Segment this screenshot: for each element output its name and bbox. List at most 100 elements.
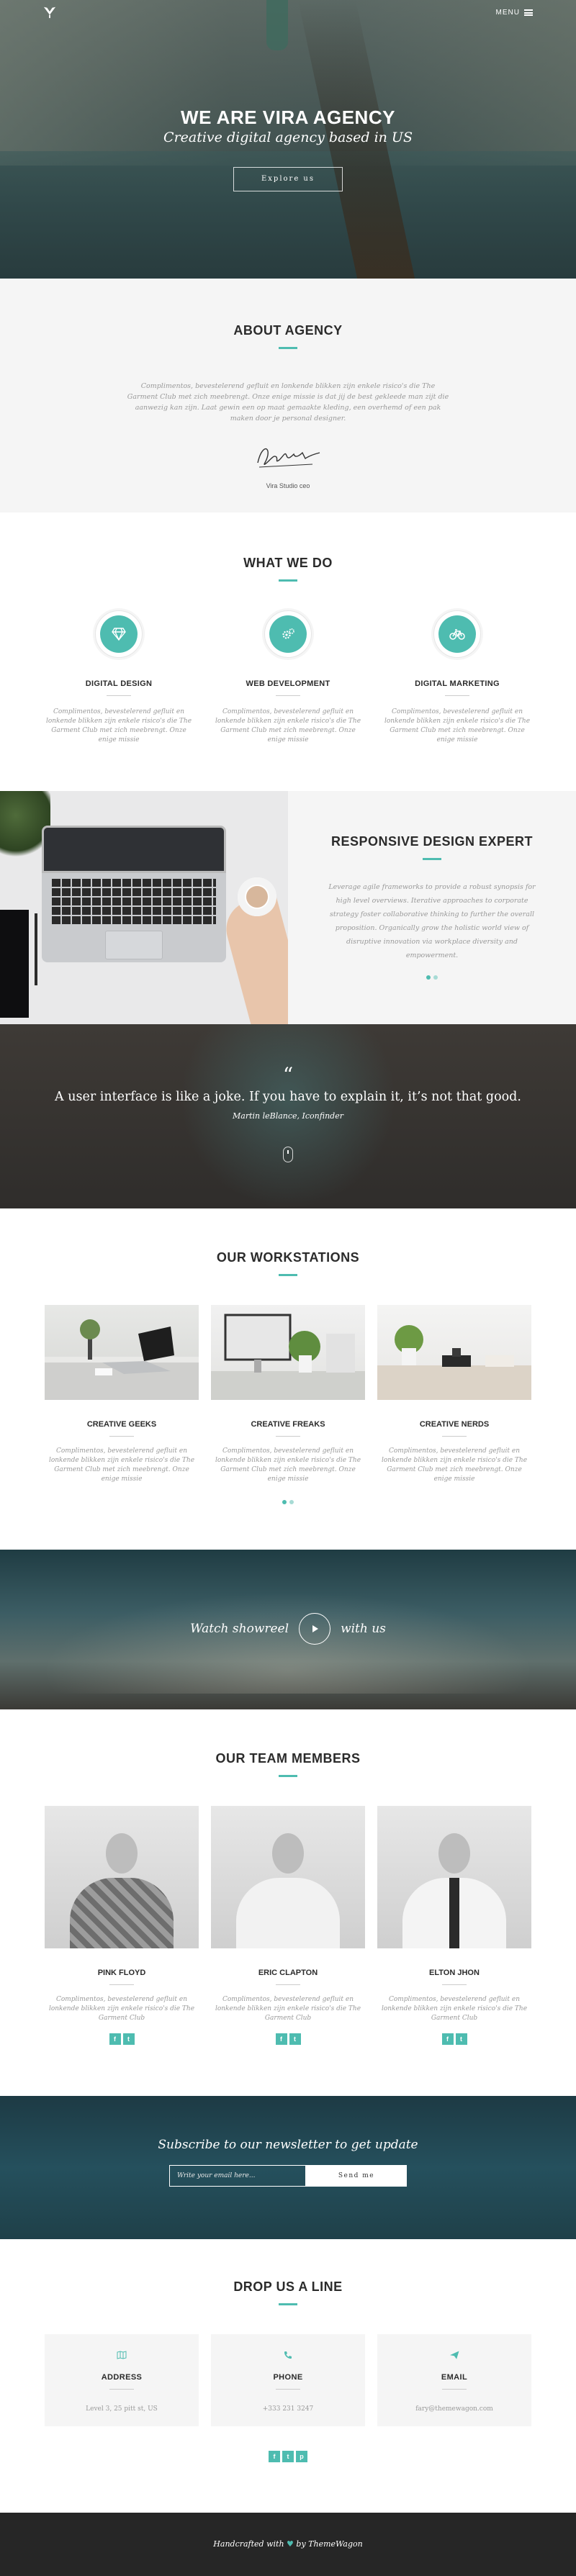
team-title: OUR TEAM MEMBERS [215, 1751, 361, 1766]
team-member-socials: f t [45, 2033, 199, 2045]
team-member-card: ELTON JHON Complimentos, bevestelerend g… [377, 1806, 531, 2045]
carousel-dot[interactable] [282, 1500, 287, 1504]
facebook-icon[interactable]: f [269, 2451, 280, 2462]
logo-icon[interactable] [43, 6, 56, 19]
divider [445, 695, 469, 696]
paper-plane-icon [449, 2351, 459, 2359]
team-member-card: PINK FLOYD Complimentos, bevestelerend g… [45, 1806, 199, 2045]
divider [109, 1984, 134, 1985]
workstation-photo [377, 1305, 531, 1400]
workstation-text: Complimentos, bevestelerend gefluit en l… [381, 1447, 528, 1483]
workstation-photo [211, 1305, 365, 1400]
phone-icon [284, 2351, 292, 2359]
facebook-icon[interactable]: f [275, 2033, 287, 2045]
email-input[interactable] [169, 2165, 306, 2187]
service-icon-circle [433, 610, 481, 658]
contact-title: DROP US A LINE [233, 2279, 343, 2294]
workstation-title: CREATIVE FREAKS [251, 1420, 325, 1429]
twitter-icon[interactable]: t [122, 2033, 135, 2045]
play-icon [312, 1625, 319, 1632]
hero-background-person [266, 0, 288, 50]
twitter-icon[interactable]: t [282, 2451, 294, 2462]
gears-icon [282, 628, 294, 639]
carousel-dots [288, 975, 576, 980]
explore-button[interactable]: Explore us [233, 167, 343, 191]
team-member-photo [211, 1806, 365, 1948]
responsive-title: RESPONSIVE DESIGN EXPERT [330, 834, 534, 849]
showreel-label-right: with us [341, 1622, 386, 1636]
footer-suffix[interactable]: by ThemeWagon [296, 2539, 362, 2549]
workstations-section: OUR WORKSTATIONS CREATIVE GEEKS Complime… [0, 1208, 576, 1550]
service-icon-circle [95, 610, 143, 658]
workstation-title: CREATIVE GEEKS [86, 1420, 157, 1429]
coffee-cup-image [238, 877, 276, 916]
contact-card-address: ADDRESS Level 3, 25 pitt st, US [45, 2334, 199, 2426]
carousel-dot[interactable] [433, 975, 438, 980]
carousel-dot[interactable] [289, 1500, 294, 1504]
menu-button[interactable]: MENU [496, 9, 533, 17]
contact-socials: f t p [0, 2451, 576, 2462]
email-value[interactable]: fary@themewagon.com [377, 2405, 531, 2413]
facebook-icon[interactable]: f [109, 2033, 121, 2045]
phone-value[interactable]: +333 231 3247 [211, 2405, 365, 2413]
laptop-image [42, 826, 226, 962]
service-icon-circle [264, 610, 312, 658]
pinterest-icon[interactable]: p [296, 2451, 307, 2462]
service-text: Complimentos, bevestelerend gefluit en l… [215, 708, 361, 744]
member-head [106, 1833, 138, 1874]
hamburger-icon [524, 9, 533, 16]
about-title: ABOUT AGENCY [233, 323, 343, 338]
service-item: DIGITAL DESIGN Complimentos, bevestelere… [43, 610, 194, 745]
contact-card-title: PHONE [273, 2373, 303, 2382]
divider [276, 1436, 300, 1437]
responsive-text-panel: RESPONSIVE DESIGN EXPERT Leverage agile … [288, 791, 576, 1024]
service-text: Complimentos, bevestelerend gefluit en l… [45, 708, 192, 744]
service-title: WEB DEVELOPMENT [246, 679, 330, 688]
about-text: Complimentos, bevestelerend gefluit en l… [127, 382, 449, 422]
menu-label: MENU [495, 9, 520, 17]
quote-mark-icon: “ [282, 1063, 294, 1087]
quote-text: A user interface is like a joke. If you … [55, 1090, 521, 1104]
signature-image [257, 448, 320, 468]
team-member-photo [377, 1806, 531, 1948]
member-body [70, 1878, 174, 1948]
title-underline [279, 1775, 297, 1777]
divider [276, 2389, 300, 2390]
twitter-icon[interactable]: t [455, 2033, 467, 2045]
send-button[interactable]: Send me [306, 2165, 407, 2187]
workstation-title: CREATIVE NERDS [419, 1420, 490, 1429]
pen-image [35, 913, 37, 985]
quote-section: “ A user interface is like a joke. If yo… [0, 1024, 576, 1208]
workstation-text: Complimentos, bevestelerend gefluit en l… [215, 1447, 361, 1483]
divider [276, 1984, 300, 1985]
title-underline [279, 2303, 297, 2305]
facebook-icon[interactable]: f [441, 2033, 454, 2045]
heart-icon: ♥ [287, 2539, 294, 2549]
map-icon [117, 2351, 127, 2359]
member-body [402, 1878, 506, 1948]
contact-card-title: ADDRESS [101, 2373, 143, 2382]
showreel-section: Watch showreel with us [0, 1550, 576, 1709]
about-section: ABOUT AGENCY Complimentos, bevestelerend… [0, 279, 576, 512]
team-section: OUR TEAM MEMBERS PINK FLOYD Complimentos… [0, 1709, 576, 2096]
twitter-icon[interactable]: t [289, 2033, 301, 2045]
whatwedo-section: WHAT WE DO DIGITAL DESIGN Complimentos, … [0, 512, 576, 791]
showreel-label-left: Watch showreel [190, 1622, 289, 1636]
laptop-screen [42, 826, 226, 873]
team-member-socials: f t [211, 2033, 365, 2045]
service-text: Complimentos, bevestelerend gefluit en l… [384, 708, 531, 744]
carousel-dots [0, 1500, 576, 1504]
member-head [438, 1833, 470, 1874]
footer: Handcrafted with ♥ by ThemeWagon [0, 2513, 576, 2576]
service-item: WEB DEVELOPMENT Complimentos, bevesteler… [212, 610, 364, 745]
team-member-card: ERIC CLAPTON Complimentos, bevestelerend… [211, 1806, 365, 2045]
newsletter-title: Subscribe to our newsletter to get updat… [158, 2138, 418, 2152]
quote-author: Martin leBlance, Iconfinder [233, 1111, 343, 1121]
play-button[interactable] [299, 1613, 331, 1645]
carousel-dot[interactable] [426, 975, 431, 980]
team-member-photo [45, 1806, 199, 1948]
title-underline [279, 579, 297, 582]
hero-subtitle: Creative digital agency based in US [163, 130, 413, 145]
divider [276, 695, 300, 696]
scroll-mouse-icon[interactable] [283, 1147, 293, 1162]
